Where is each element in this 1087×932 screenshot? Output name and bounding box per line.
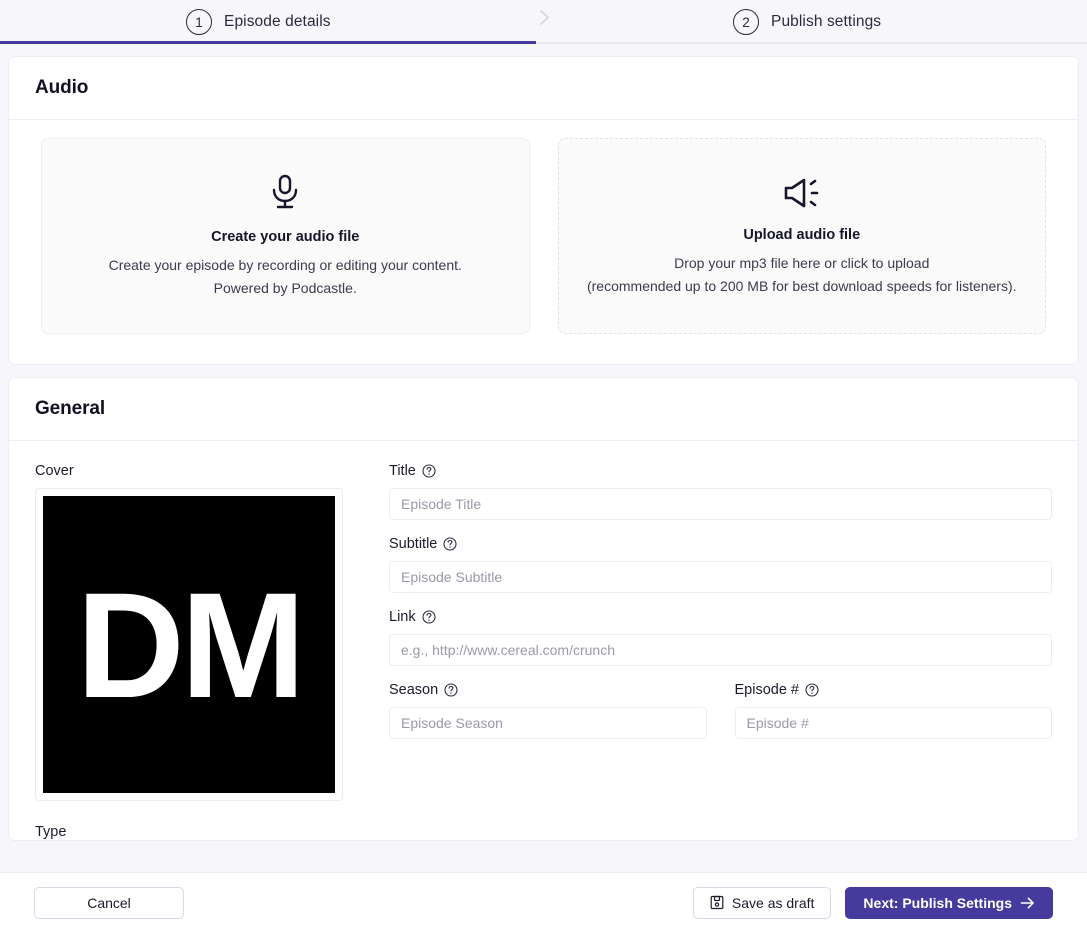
create-audio-line1: Create your episode by recording or edit… [108, 257, 462, 274]
general-card-header: General [9, 378, 1078, 441]
form-scroll-area[interactable]: Audio Create your audio file Create your… [0, 44, 1087, 872]
next-publish-settings-label: Next: Publish Settings [863, 894, 1012, 911]
upload-audio-description: Drop your mp3 file here or click to uplo… [587, 252, 1017, 297]
footer-actions: Save as draft Next: Publish Settings [692, 886, 1053, 919]
question-circle-icon[interactable] [444, 683, 458, 697]
step-label-publish-settings: Publish settings [771, 13, 882, 30]
step-number-2: 2 [733, 9, 759, 35]
create-audio-heading: Create your audio file [211, 229, 360, 246]
upload-audio-file-option[interactable]: Upload audio file Drop your mp3 file her… [557, 138, 1046, 334]
season-input[interactable] [389, 707, 707, 739]
link-input[interactable] [389, 634, 1052, 666]
save-as-draft-label: Save as draft [731, 894, 815, 911]
step-navigation: 1 Episode details 2 Publish settings [0, 0, 1087, 44]
audio-options-row: Create your audio file Create your episo… [9, 120, 1078, 364]
general-fields-column: Title Subtitle [389, 463, 1052, 840]
audio-section-title: Audio [35, 77, 89, 98]
save-as-draft-button[interactable]: Save as draft [692, 886, 832, 919]
question-circle-icon[interactable] [443, 537, 457, 551]
link-label-text: Link [389, 609, 416, 625]
title-label: Title [389, 463, 1052, 479]
microphone-icon [269, 173, 301, 213]
upload-audio-line2: (recommended up to 200 MB for best downl… [586, 277, 1017, 294]
season-label-text: Season [389, 682, 439, 698]
audio-card: Audio Create your audio file Create your… [8, 56, 1079, 365]
type-label: Type [35, 824, 67, 840]
season-label: Season [389, 682, 707, 698]
upload-audio-heading: Upload audio file [743, 227, 861, 244]
tab-episode-details[interactable]: 1 Episode details [186, 0, 331, 44]
question-circle-icon[interactable] [422, 464, 436, 478]
episode-number-label: Episode # [735, 682, 1053, 698]
title-input[interactable] [389, 488, 1052, 520]
season-episode-row: Season Episode Season Episode # Episode … [389, 682, 1052, 739]
question-circle-icon[interactable] [805, 683, 819, 697]
link-field-group: Link [389, 609, 1052, 666]
cover-image-upload[interactable]: DM [35, 488, 343, 801]
episode-number-input[interactable] [734, 707, 1052, 739]
subtitle-label-text: Subtitle [389, 536, 438, 552]
cover-image: DM [43, 496, 335, 793]
step-number-1: 1 [186, 9, 212, 35]
episode-number-label-text: Episode # [734, 682, 800, 698]
speaker-icon [782, 175, 822, 211]
create-audio-file-option[interactable]: Create your audio file Create your episo… [41, 138, 530, 334]
subtitle-label: Subtitle [389, 536, 1052, 552]
subtitle-input[interactable] [389, 561, 1052, 593]
chevron-right-icon [536, 6, 552, 28]
save-disk-icon [710, 895, 724, 910]
question-circle-icon[interactable] [422, 610, 436, 624]
audio-card-header: Audio [9, 57, 1078, 120]
cancel-button[interactable]: Cancel [34, 886, 184, 919]
stepper-progress-fill [0, 41, 536, 44]
create-audio-line2: Powered by Podcastle. [213, 279, 357, 296]
cover-image-text: DM [76, 560, 305, 729]
next-publish-settings-button[interactable]: Next: Publish Settings [845, 886, 1053, 919]
general-section-title: General [35, 398, 106, 419]
cover-label: Cover [35, 463, 74, 479]
form-footer: Cancel Save as draft Next: Publish Setti… [0, 872, 1087, 932]
title-label-text: Title [389, 463, 416, 479]
cover-column: Cover DM Type [35, 463, 343, 840]
create-audio-description: Create your episode by recording or edit… [109, 254, 462, 299]
arrow-right-icon [1020, 896, 1035, 910]
upload-audio-line1: Drop your mp3 file here or click to uplo… [674, 255, 930, 272]
title-field-group: Title [389, 463, 1052, 520]
tab-publish-settings[interactable]: 2 Publish settings [733, 0, 881, 44]
episode-number-field-group: Episode # [734, 682, 1053, 739]
general-card: General Cover DM Type Title Episode Titl… [8, 377, 1079, 841]
general-card-body: Cover DM Type Title Episode Title Subtit… [9, 441, 1078, 840]
season-field-group: Season [389, 682, 707, 739]
link-label: Link [389, 609, 1052, 625]
subtitle-field-group: Subtitle [389, 536, 1052, 593]
step-label-episode-details: Episode details [224, 13, 331, 30]
